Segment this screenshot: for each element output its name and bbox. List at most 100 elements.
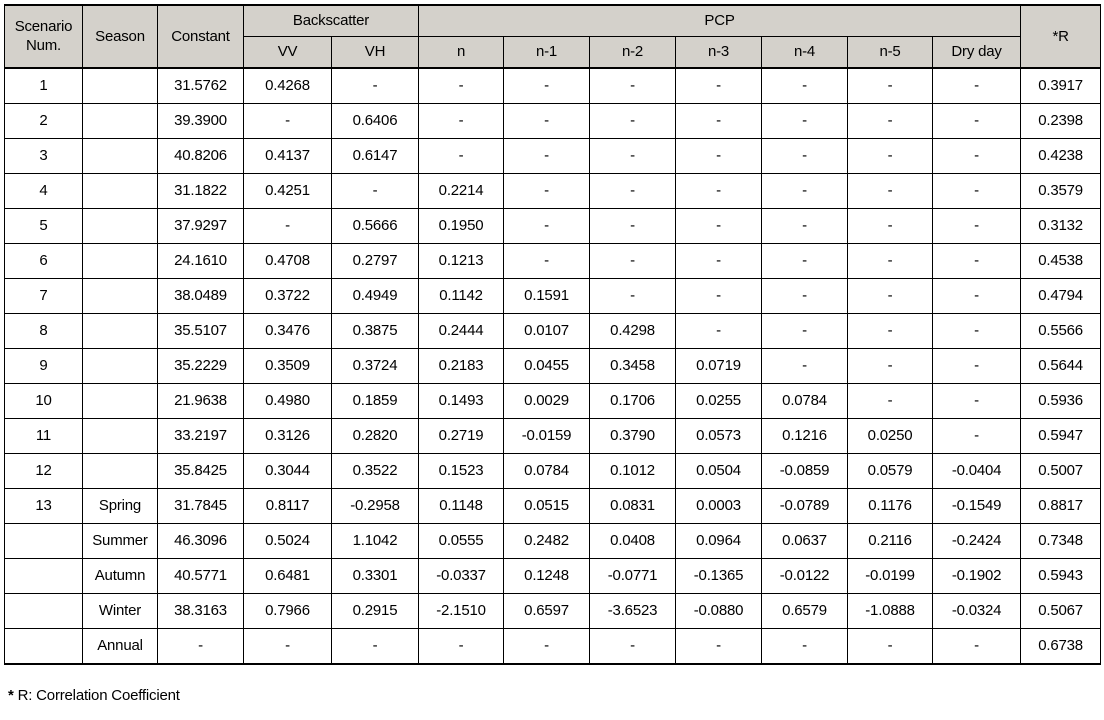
cell-r: 0.5566 <box>1020 313 1102 349</box>
cell-constant: 39.3900 <box>157 103 244 139</box>
cell-n-4: - <box>761 243 849 279</box>
cell-n-2: - <box>589 173 677 209</box>
cell-n-4: - <box>761 278 849 314</box>
cell-season <box>82 243 158 279</box>
cell-vh: 0.2820 <box>330 418 420 454</box>
table-header: Scenario Num. Season Constant Backscatte… <box>4 4 1102 69</box>
cell-constant: 21.9638 <box>157 383 244 419</box>
cell-scenario: 10 <box>4 383 83 419</box>
cell-n-5: - <box>847 67 934 104</box>
cell-n: 0.2214 <box>418 173 505 209</box>
cell-constant: 38.3163 <box>157 593 244 629</box>
cell-dry-day: - <box>932 418 1022 454</box>
cell-r: 0.8817 <box>1020 488 1102 524</box>
cell-constant: 31.7845 <box>157 488 244 524</box>
cell-dry-day: - <box>932 383 1022 419</box>
column-header-n-4: n-4 <box>761 36 849 69</box>
cell-vv: 0.3044 <box>243 453 332 489</box>
cell-n-5: - <box>847 313 934 349</box>
scenario-num-line2: Num. <box>25 36 62 54</box>
cell-n-2: 0.1012 <box>589 453 677 489</box>
column-header-season: Season <box>82 4 158 69</box>
cell-n-2: -3.6523 <box>589 593 677 629</box>
cell-n-5: 0.2116 <box>847 523 934 559</box>
cell-r: 0.5007 <box>1020 453 1102 489</box>
cell-constant: 35.2229 <box>157 348 244 384</box>
cell-r: 0.3917 <box>1020 67 1102 104</box>
cell-n: 0.1148 <box>418 488 505 524</box>
cell-scenario: 9 <box>4 348 83 384</box>
footnote-text: R: Correlation Coefficient <box>13 687 180 704</box>
table-row: 12 35.8425 0.3044 0.3522 0.1523 0.0784 0.1012 0… <box>4 453 1102 489</box>
column-group-header-pcp: PCP <box>418 4 1022 37</box>
column-header-r: *R <box>1020 4 1102 69</box>
cell-n-2: 0.3790 <box>589 418 677 454</box>
cell-n: - <box>418 67 505 104</box>
cell-scenario <box>4 593 83 629</box>
cell-n: 0.2719 <box>418 418 505 454</box>
column-group-header-backscatter: Backscatter <box>242 4 420 37</box>
cell-n-4: - <box>761 208 849 244</box>
cell-vv: 0.4251 <box>243 173 332 209</box>
cell-n-5: - <box>847 173 934 209</box>
cell-n-3: - <box>675 243 763 279</box>
table-row: 3 40.8206 0.4137 0.6147- - - - - - -0.4238 <box>4 138 1102 174</box>
cell-r: 0.5644 <box>1020 348 1102 384</box>
cell-season <box>82 418 158 454</box>
table-row: 6 24.1610 0.4708 0.2797 0.1213- - - - - -0.4538 <box>4 243 1102 279</box>
cell-n: -2.1510 <box>418 593 505 629</box>
cell-dry-day: - <box>932 67 1022 104</box>
column-header-dry-day: Dry day <box>932 36 1022 69</box>
cell-n-4: - <box>761 67 849 104</box>
cell-vv: - <box>243 103 332 139</box>
cell-r: 0.7348 <box>1020 523 1102 559</box>
cell-vv: 0.4268 <box>243 67 332 104</box>
cell-season: Spring <box>82 488 158 524</box>
cell-r: 0.4794 <box>1020 278 1102 314</box>
cell-n: 0.2444 <box>418 313 505 349</box>
cell-n-5: - <box>847 138 934 174</box>
cell-vv: 0.3722 <box>243 278 332 314</box>
cell-r: 0.4538 <box>1020 243 1102 279</box>
cell-season: Winter <box>82 593 158 629</box>
cell-n-3: 0.0719 <box>675 348 763 384</box>
cell-n-4: - <box>761 103 849 139</box>
cell-vh: - <box>330 628 420 665</box>
cell-n-2: 0.4298 <box>589 313 677 349</box>
column-header-n-5: n-5 <box>847 36 934 69</box>
cell-n-5: -1.0888 <box>847 593 934 629</box>
cell-n-2: - <box>589 628 677 665</box>
cell-n-2: - <box>589 67 677 104</box>
cell-n: 0.0555 <box>418 523 505 559</box>
cell-scenario: 6 <box>4 243 83 279</box>
cell-constant: 33.2197 <box>157 418 244 454</box>
table-row: 5 37.9297-0.5666 0.1950- - - - - -0.3132 <box>4 208 1102 244</box>
cell-r: 0.3579 <box>1020 173 1102 209</box>
cell-vv: 0.6481 <box>243 558 332 594</box>
cell-scenario <box>4 523 83 559</box>
cell-dry-day: - <box>932 348 1022 384</box>
cell-scenario: 8 <box>4 313 83 349</box>
cell-season <box>82 383 158 419</box>
cell-vh: 0.4949 <box>330 278 420 314</box>
table-row: Summer 46.3096 0.5024 1.1042 0.0555 0.2482 0.0… <box>4 523 1102 559</box>
cell-vv: 0.8117 <box>243 488 332 524</box>
cell-n-3: - <box>675 278 763 314</box>
table-row: 4 31.1822 0.4251-0.2214- - - - - -0.3579 <box>4 173 1102 209</box>
cell-dry-day: - <box>932 243 1022 279</box>
cell-scenario: 12 <box>4 453 83 489</box>
cell-vv: - <box>243 628 332 665</box>
cell-season: Autumn <box>82 558 158 594</box>
cell-n-2: -0.0771 <box>589 558 677 594</box>
cell-season <box>82 103 158 139</box>
table-row: 10 21.9638 0.4980 0.1859 0.1493 0.0029 0.1706 0… <box>4 383 1102 419</box>
column-header-n-2: n-2 <box>589 36 677 69</box>
cell-n: 0.1950 <box>418 208 505 244</box>
cell-n-5: - <box>847 383 934 419</box>
cell-n-3: 0.0255 <box>675 383 763 419</box>
cell-n-3: 0.0003 <box>675 488 763 524</box>
table-row: Autumn 40.5771 0.6481 0.3301 -0.0337 0.1248 -0… <box>4 558 1102 594</box>
cell-n: - <box>418 103 505 139</box>
cell-vv: 0.3476 <box>243 313 332 349</box>
regression-coefficients-table: Scenario Num. Season Constant Backscatte… <box>4 4 1102 665</box>
